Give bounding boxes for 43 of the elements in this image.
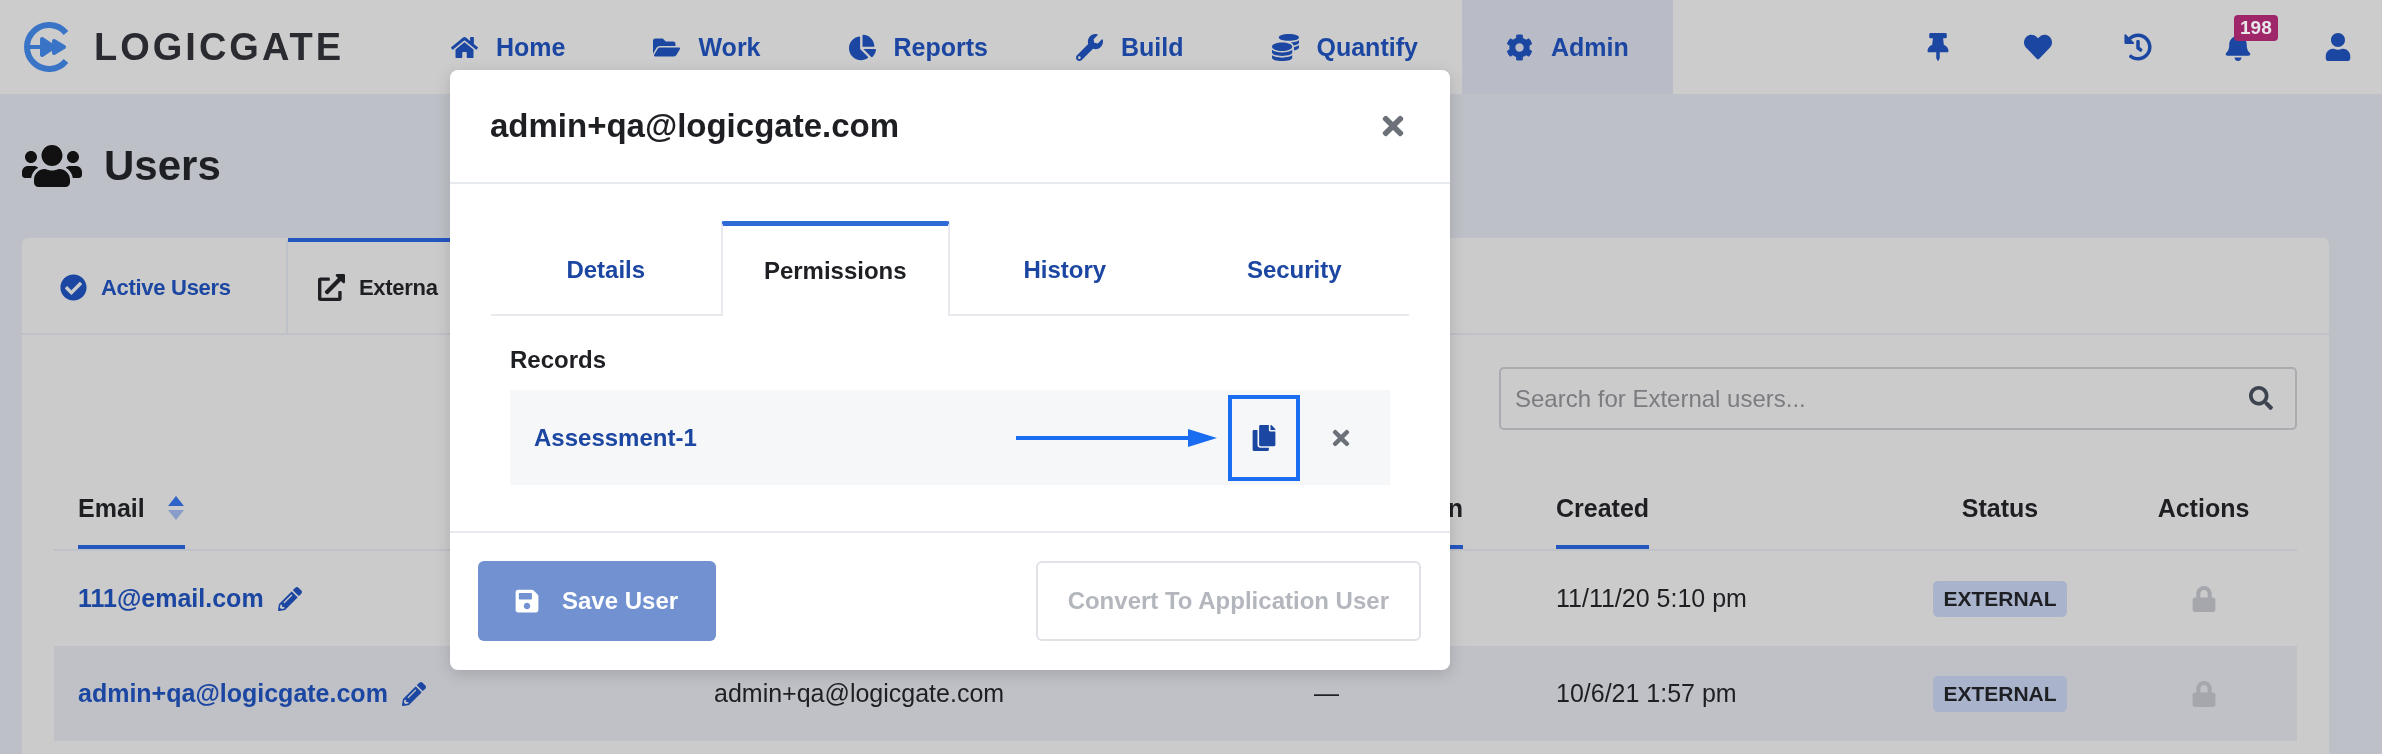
sort-icon[interactable]	[166, 495, 185, 521]
lock-icon	[2190, 680, 2217, 707]
table-cell: admin+qa@logicgate.com	[714, 679, 1005, 708]
search-field[interactable]: Search for External users...	[1499, 367, 2297, 430]
wrench-icon	[1076, 33, 1103, 61]
email-link[interactable]: 111@email.com	[78, 584, 264, 613]
nav-item[interactable]: Home	[407, 0, 610, 94]
column-header[interactable]: Created	[1556, 493, 1650, 549]
notification-badge: 198	[2234, 15, 2278, 41]
heart-icon[interactable]	[2024, 33, 2052, 61]
gear-icon	[1505, 33, 1533, 61]
column-header: Actions	[2157, 493, 2250, 524]
nav-item[interactable]: Build	[1032, 0, 1228, 94]
pencil-icon[interactable]	[277, 586, 302, 611]
table-cell: —	[1314, 679, 1339, 708]
external-link-icon	[318, 274, 345, 301]
tab[interactable]: Active Users	[22, 238, 288, 333]
user-icon[interactable]	[2324, 33, 2352, 61]
section-label: Records	[509, 345, 608, 375]
email-link[interactable]: admin+qa@logicgate.com	[78, 679, 388, 708]
logo-text: LOGICGATE	[94, 25, 345, 69]
history-icon[interactable]	[2124, 33, 2152, 61]
column-header[interactable]: Email	[78, 493, 185, 549]
lock-icon	[2190, 585, 2217, 612]
copy-icon	[1251, 424, 1277, 451]
nav-item[interactable]: Reports	[804, 0, 1032, 94]
status-badge: EXTERNAL	[1933, 580, 2067, 617]
table-cell: 11/11/20 5:10 pm	[1556, 584, 1747, 613]
status-badge: EXTERNAL	[1933, 675, 2067, 712]
dialog-title: admin+qa@logicgate.com	[490, 107, 900, 145]
pencil-icon[interactable]	[401, 681, 426, 706]
nav-item[interactable]: Quantify	[1227, 0, 1462, 94]
column-header: Status	[1961, 493, 2039, 524]
dialog-tab[interactable]: Permissions	[720, 221, 950, 316]
nav-item[interactable]: Admin	[1461, 0, 1673, 94]
coins-icon	[1271, 33, 1299, 61]
record-link[interactable]: Assessment-1	[534, 423, 1016, 452]
nav-item[interactable]: Work	[609, 0, 805, 94]
copy-button[interactable]	[1228, 394, 1300, 481]
pie-chart-icon	[848, 33, 876, 61]
table-cell: 10/6/21 1:57 pm	[1556, 679, 1737, 708]
search-icon[interactable]	[2249, 386, 2273, 410]
page-title: Users	[104, 142, 221, 190]
